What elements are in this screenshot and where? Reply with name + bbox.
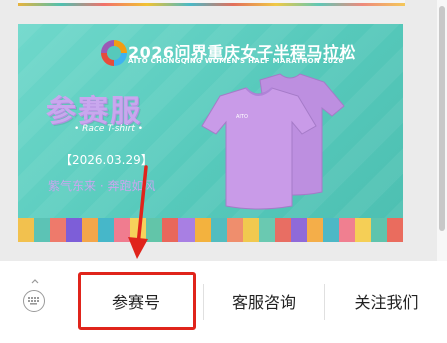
tshirt-illustration: AITO xyxy=(201,73,345,210)
keyboard-toggle-button[interactable] xyxy=(22,278,48,318)
menu-item-customer-service[interactable]: 客服咨询 xyxy=(205,262,323,340)
scrollbar-track[interactable] xyxy=(437,0,447,262)
marathon-logo-icon xyxy=(101,40,127,66)
menu-item-follow-us[interactable]: 关注我们 xyxy=(326,262,447,340)
highlight-box xyxy=(78,272,196,330)
chevron-up-icon xyxy=(31,279,39,284)
menu-divider xyxy=(203,284,204,320)
geometric-pattern-strip xyxy=(18,3,405,6)
banner-tagline: • Race T-shirt • xyxy=(74,124,144,134)
scrollbar-thumb[interactable] xyxy=(439,6,445,231)
event-subtitle: AITO CHONGQING WOMEN'S HALF MARATHON 202… xyxy=(128,57,344,65)
previous-card-edge xyxy=(18,0,405,6)
race-tshirt-banner[interactable]: 2026问界重庆女子半程马拉松 AITO CHONGQING WOMEN'S H… xyxy=(18,24,403,242)
banner-pattern-strip xyxy=(18,218,403,242)
keyboard-icon xyxy=(23,290,45,312)
red-arrow-icon xyxy=(128,165,148,259)
shirt-brand-mark: AITO xyxy=(236,114,248,120)
menu-divider xyxy=(324,284,325,320)
